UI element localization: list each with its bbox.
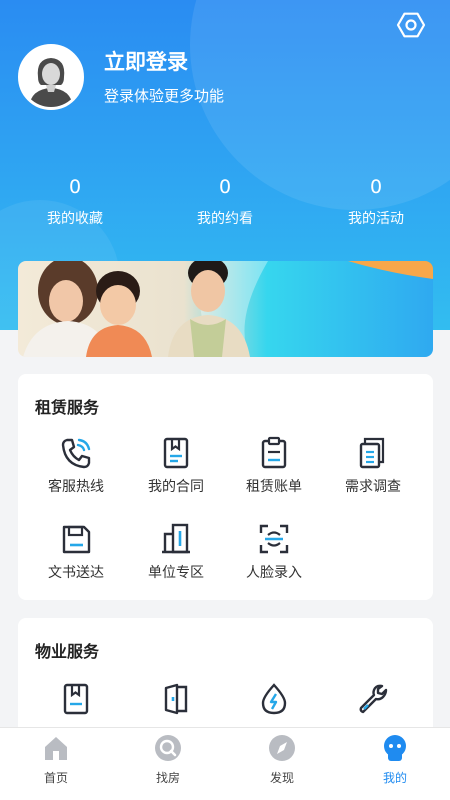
service-label: 需求调查 <box>345 479 401 495</box>
service-label: 文书送达 <box>48 565 104 581</box>
stat-value: 0 <box>68 176 82 198</box>
service-label: 租赁账单 <box>246 479 302 495</box>
property-service-item[interactable] <box>325 682 421 716</box>
card-title: 物业服务 <box>35 642 100 661</box>
bookmark-icon <box>63 683 89 715</box>
service-contract[interactable]: 我的合同 <box>128 436 224 496</box>
tab-label: 发现 <box>269 771 294 785</box>
survey-icon <box>359 437 385 469</box>
stat-value: 0 <box>218 176 232 198</box>
stat-label: 我的活动 <box>348 211 404 227</box>
tab-label: 找房 <box>155 771 180 785</box>
avatar[interactable] <box>18 44 84 110</box>
service-label: 我的合同 <box>148 479 204 495</box>
contract-icon <box>163 437 189 469</box>
service-label: 人脸录入 <box>246 565 302 581</box>
property-service-item[interactable] <box>128 682 224 716</box>
door-icon <box>164 683 188 715</box>
profile-icon <box>384 735 406 761</box>
service-label: 单位专区 <box>148 565 204 581</box>
settings-icon[interactable] <box>396 10 426 40</box>
clipboard-icon <box>261 436 287 469</box>
tab-discover[interactable]: 发现 <box>226 734 338 786</box>
compass-icon <box>269 735 295 761</box>
login-subtitle: 登录体验更多功能 <box>104 87 225 105</box>
search-house-icon <box>155 735 181 761</box>
service-survey[interactable]: 需求调查 <box>325 436 421 496</box>
service-unit-zone[interactable]: 单位专区 <box>128 522 224 582</box>
card-title: 租赁服务 <box>35 398 100 417</box>
tab-label: 我的 <box>382 771 407 785</box>
stat-label: 我的收藏 <box>47 211 103 227</box>
family-banner-image <box>23 261 433 357</box>
stat-value: 0 <box>369 176 383 198</box>
stat-activities[interactable]: 0 我的活动 <box>316 176 436 228</box>
building-icon <box>162 523 190 554</box>
stat-appointments[interactable]: 0 我的约看 <box>165 176 285 228</box>
utility-drop-icon <box>261 683 287 715</box>
property-service-item[interactable] <box>28 682 124 716</box>
service-label: 客服热线 <box>48 479 104 495</box>
tab-find-house[interactable]: 找房 <box>112 734 224 786</box>
home-icon <box>45 737 67 760</box>
tab-mine[interactable]: 我的 <box>339 734 450 786</box>
service-face-entry[interactable]: 人脸录入 <box>226 522 322 582</box>
promo-banner[interactable] <box>18 261 433 357</box>
phone-icon <box>61 438 91 469</box>
property-service-item[interactable] <box>226 682 322 716</box>
wrench-icon <box>359 684 388 714</box>
login-button[interactable]: 立即登录 <box>104 46 188 76</box>
tab-label: 首页 <box>43 771 68 785</box>
stat-label: 我的约看 <box>197 211 253 227</box>
face-scan-icon <box>259 524 289 554</box>
service-document-delivery[interactable]: 文书送达 <box>28 522 124 582</box>
service-rental-bill[interactable]: 租赁账单 <box>226 436 322 496</box>
document-delivery-icon <box>62 525 91 554</box>
default-user-icon <box>21 47 81 107</box>
tab-home[interactable]: 首页 <box>0 734 112 786</box>
service-hotline[interactable]: 客服热线 <box>28 436 124 496</box>
rental-services-card: 租赁服务 客服热线 我的合同 租赁账单 需求调查 文书送达 单位专区 人脸录入 <box>18 374 433 600</box>
stat-favorites[interactable]: 0 我的收藏 <box>15 176 135 228</box>
bottom-tab-bar: 首页 找房 发现 我的 <box>0 727 450 800</box>
